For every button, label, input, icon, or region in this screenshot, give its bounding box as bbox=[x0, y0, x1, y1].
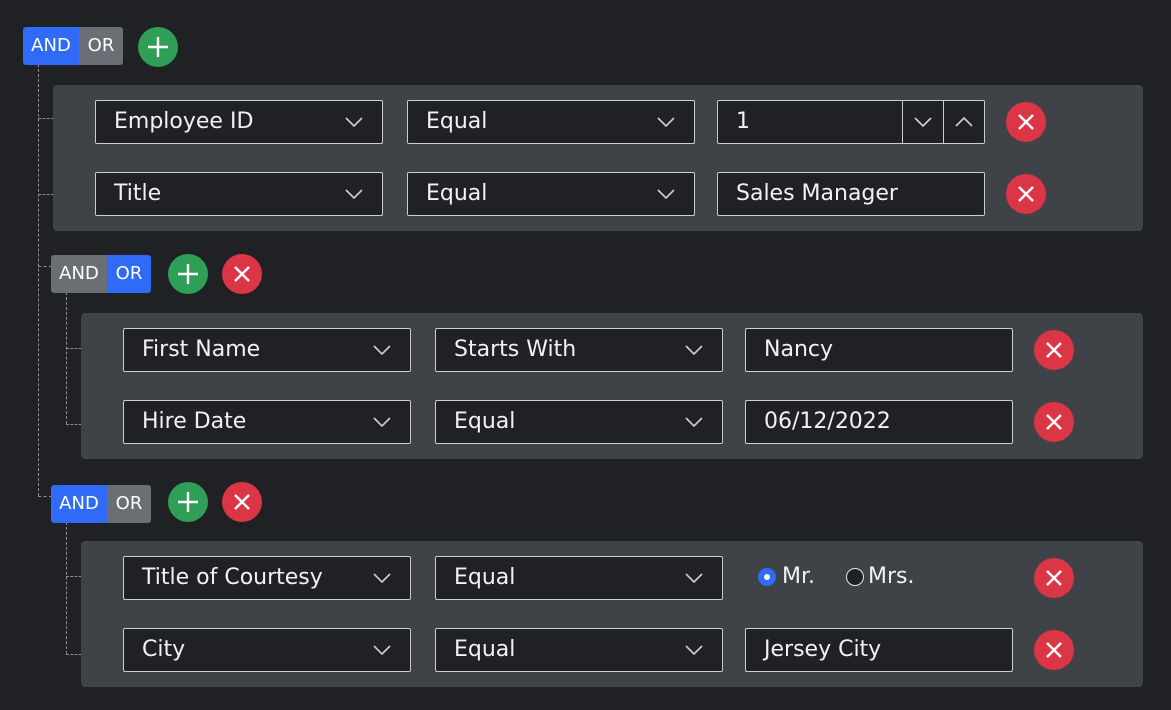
text-value-input[interactable]: Jersey City bbox=[745, 628, 1013, 672]
radio-label: Mrs. bbox=[868, 564, 915, 589]
tree-connector bbox=[66, 654, 82, 655]
chevron-down-icon bbox=[373, 417, 391, 428]
group-1-or-button[interactable]: OR bbox=[107, 255, 151, 293]
operator-dropdown[interactable]: Equal bbox=[435, 556, 723, 600]
tree-connector-root bbox=[38, 64, 39, 496]
tree-connector bbox=[66, 576, 82, 577]
chevron-down-icon bbox=[345, 189, 363, 200]
plus-icon bbox=[148, 37, 168, 57]
close-icon bbox=[1046, 414, 1062, 430]
chevron-down-icon bbox=[373, 573, 391, 584]
group-1-remove-button[interactable] bbox=[222, 254, 262, 294]
root-condition-toggle: AND OR bbox=[23, 27, 123, 65]
remove-rule-button[interactable] bbox=[1034, 330, 1074, 370]
tree-connector bbox=[38, 118, 54, 119]
chevron-down-icon bbox=[657, 117, 675, 128]
chevron-down-icon bbox=[345, 117, 363, 128]
close-icon bbox=[1046, 342, 1062, 358]
chevron-down-icon bbox=[685, 345, 703, 356]
field-dropdown-value: Hire Date bbox=[142, 409, 247, 434]
tree-connector-group-2 bbox=[66, 522, 67, 654]
close-icon bbox=[1046, 642, 1062, 658]
remove-rule-button[interactable] bbox=[1034, 630, 1074, 670]
remove-rule-button[interactable] bbox=[1034, 402, 1074, 442]
radio-button-checked[interactable] bbox=[758, 568, 776, 586]
field-dropdown[interactable]: Hire Date bbox=[123, 400, 411, 444]
chevron-down-icon bbox=[685, 573, 703, 584]
date-value: 06/12/2022 bbox=[764, 409, 891, 434]
plus-icon bbox=[178, 492, 198, 512]
remove-rule-button[interactable] bbox=[1006, 174, 1046, 214]
chevron-down-icon bbox=[685, 417, 703, 428]
text-value-input[interactable]: Nancy bbox=[745, 328, 1013, 372]
operator-dropdown[interactable]: Equal bbox=[407, 100, 695, 144]
remove-rule-button[interactable] bbox=[1006, 102, 1046, 142]
spin-down-button[interactable] bbox=[903, 101, 943, 143]
text-value: Jersey City bbox=[764, 637, 882, 662]
field-dropdown-value: Employee ID bbox=[114, 109, 254, 134]
root-or-button[interactable]: OR bbox=[79, 27, 123, 65]
close-icon bbox=[234, 494, 250, 510]
group-2-and-button[interactable]: AND bbox=[51, 485, 107, 523]
tree-connector-group-1 bbox=[66, 292, 67, 424]
text-value: Nancy bbox=[764, 337, 833, 362]
close-icon bbox=[1018, 186, 1034, 202]
field-dropdown[interactable]: First Name bbox=[123, 328, 411, 372]
operator-dropdown-value: Starts With bbox=[454, 337, 577, 362]
field-dropdown-value: First Name bbox=[142, 337, 261, 362]
operator-dropdown[interactable]: Equal bbox=[435, 400, 723, 444]
field-dropdown-value: Title of Courtesy bbox=[142, 565, 323, 590]
radio-button-unchecked[interactable] bbox=[846, 568, 864, 586]
spin-up-button[interactable] bbox=[944, 101, 984, 143]
operator-dropdown-value: Equal bbox=[454, 565, 516, 590]
plus-icon bbox=[178, 264, 198, 284]
operator-dropdown[interactable]: Starts With bbox=[435, 328, 723, 372]
field-dropdown[interactable]: Title of Courtesy bbox=[123, 556, 411, 600]
operator-dropdown-value: Equal bbox=[426, 109, 488, 134]
group-1-add-button[interactable] bbox=[168, 254, 208, 294]
text-value-input[interactable]: Sales Manager bbox=[717, 172, 985, 216]
chevron-down-icon bbox=[373, 345, 391, 356]
numeric-value-input[interactable]: 1 bbox=[717, 100, 985, 144]
numeric-value-text: 1 bbox=[736, 109, 750, 134]
group-2-condition-toggle: AND OR bbox=[51, 485, 151, 523]
radio-mr[interactable]: Mr. bbox=[758, 565, 828, 589]
group-2-or-button[interactable]: OR bbox=[107, 485, 151, 523]
chevron-down-icon bbox=[685, 645, 703, 656]
field-dropdown-value: City bbox=[142, 637, 186, 662]
field-dropdown[interactable]: Title bbox=[95, 172, 383, 216]
operator-dropdown[interactable]: Equal bbox=[435, 628, 723, 672]
tree-connector bbox=[38, 496, 52, 497]
field-dropdown[interactable]: City bbox=[123, 628, 411, 672]
operator-dropdown-value: Equal bbox=[426, 181, 488, 206]
tree-connector bbox=[66, 348, 82, 349]
close-icon bbox=[1046, 570, 1062, 586]
root-add-button[interactable] bbox=[138, 27, 178, 67]
group-1-condition-toggle: AND OR bbox=[51, 255, 151, 293]
remove-rule-button[interactable] bbox=[1034, 558, 1074, 598]
root-and-button[interactable]: AND bbox=[23, 27, 79, 65]
chevron-down-icon bbox=[657, 189, 675, 200]
group-2-add-button[interactable] bbox=[168, 482, 208, 522]
field-dropdown[interactable]: Employee ID bbox=[95, 100, 383, 144]
group-1-and-button[interactable]: AND bbox=[51, 255, 107, 293]
operator-dropdown-value: Equal bbox=[454, 637, 516, 662]
tree-connector bbox=[38, 194, 54, 195]
chevron-down-icon bbox=[914, 117, 932, 128]
radio-mrs[interactable]: Mrs. bbox=[846, 565, 926, 589]
operator-dropdown-value: Equal bbox=[454, 409, 516, 434]
chevron-up-icon bbox=[955, 116, 973, 127]
close-icon bbox=[1018, 114, 1034, 130]
chevron-down-icon bbox=[373, 645, 391, 656]
radio-label: Mr. bbox=[782, 564, 815, 589]
text-value: Sales Manager bbox=[736, 181, 898, 206]
group-2-remove-button[interactable] bbox=[222, 482, 262, 522]
field-dropdown-value: Title bbox=[114, 181, 162, 206]
close-icon bbox=[234, 266, 250, 282]
operator-dropdown[interactable]: Equal bbox=[407, 172, 695, 216]
date-value-input[interactable]: 06/12/2022 bbox=[745, 400, 1013, 444]
tree-connector bbox=[66, 424, 82, 425]
tree-connector bbox=[38, 266, 52, 267]
